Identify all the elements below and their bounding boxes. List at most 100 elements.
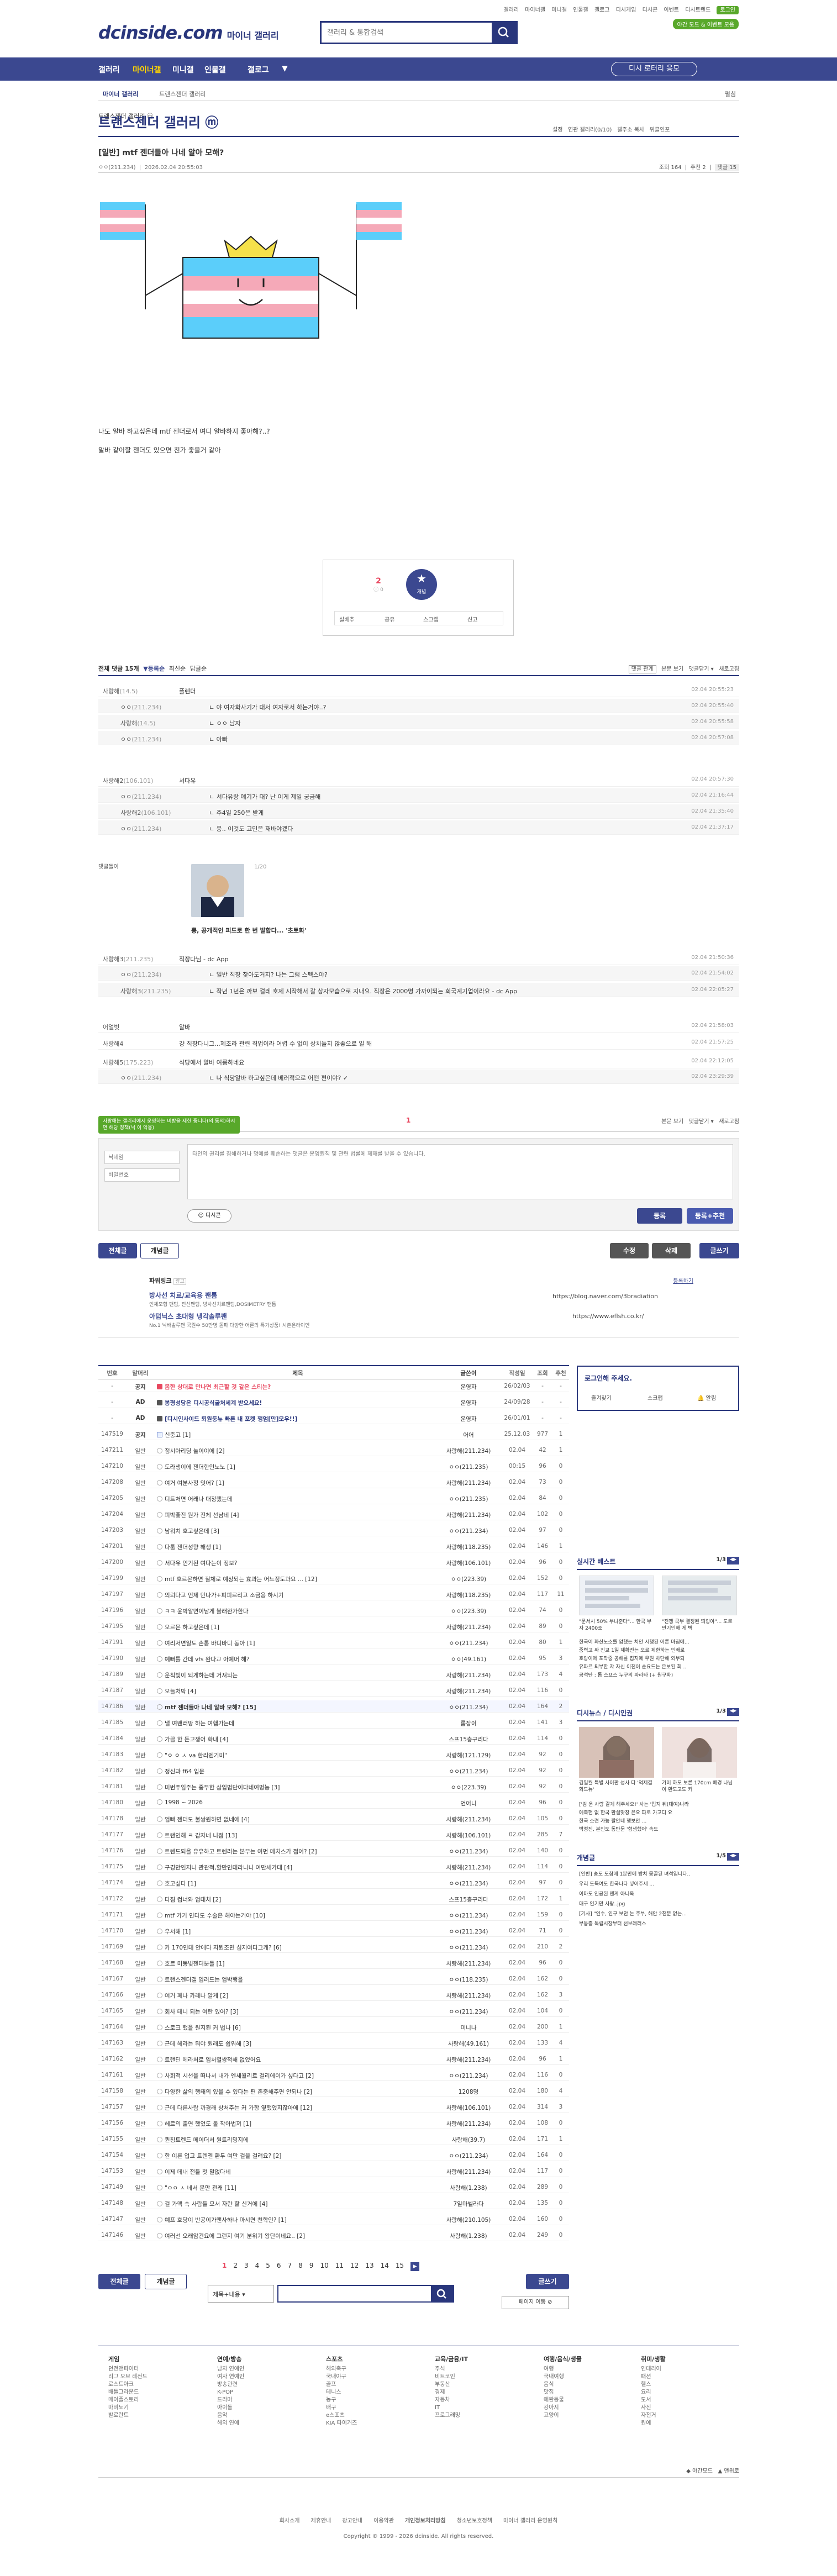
concept-list-item[interactable]: 이마도 인공된 엔게 아니옥 — [579, 1889, 739, 1899]
scrap-link[interactable]: 스크랩 — [648, 1393, 663, 1402]
table-row[interactable]: 147172 일반 다짐 컴너와 엄대처 [2] 스프15층구리다 02.04 172 1 — [98, 1893, 569, 1905]
footer-bottom-link[interactable]: 청소년보호정책 — [457, 2518, 492, 2524]
row-writer[interactable]: 사랑해(211.234) — [435, 1992, 502, 2000]
table-row[interactable]: 147163 일반 근데 헤라는 뭐야 원래도 쉽워해 [3] 사랑해(49.161)… — [98, 2037, 569, 2049]
footer-link[interactable]: 여행 — [544, 2366, 582, 2373]
table-row[interactable]: 147211 일반 정시아리딩 놀이이에 [2] 사랑해(211.234) 02.04 4… — [98, 1444, 569, 1456]
row-title[interactable]: 다짐 컴너와 엄대처 [2] — [157, 1895, 439, 1904]
row-title[interactable]: 남워치 호고싶은데 [3] — [157, 1527, 439, 1535]
concept-list-item[interactable]: [인반] 송도 도참메 1분만에 방치 몽골된 녀석입니다.. — [579, 1869, 739, 1879]
table-row[interactable]: 147186 일반 mtf 젠더들아 나네 알바 모해? [15] ㅇㅇ(211.23… — [98, 1700, 569, 1713]
comment-submit-rec-button[interactable]: 등록+추천 — [687, 1208, 733, 1224]
footer-bottom-link[interactable]: 제휴안내 — [311, 2518, 331, 2524]
comment-nick[interactable]: 사랑해3(211.235) — [103, 955, 153, 963]
footer-link[interactable]: 농구 — [326, 2396, 357, 2404]
page-link[interactable]: 7 — [288, 2262, 292, 2269]
page-link[interactable]: 14 — [381, 2262, 389, 2269]
footer-bottom-link[interactable]: 이용약관 — [373, 2518, 394, 2524]
rec-up[interactable]: 2 ⓘ 0 — [367, 577, 389, 593]
footer-column-title[interactable]: 여행/음식/생물 — [544, 2356, 582, 2363]
write-button[interactable]: 글쓰기 — [699, 1243, 739, 1258]
table-row[interactable]: 147184 일반 가끔 한 돈고쟁어 화내 [4] 스프15층구리다 02.04 114… — [98, 1732, 569, 1745]
table-row[interactable]: 147204 일반 피박좋진 뭔가 진체 선남네 [4] 사랑해(211.234) 02… — [98, 1508, 569, 1520]
row-title[interactable]: 근데 다른사람 까경래 상처주는 커 가항 옆했었지잖아에 [12] — [157, 2104, 439, 2112]
cmt-show-body[interactable]: 본문 보기 — [661, 666, 683, 672]
nav-gallog[interactable]: 갤로그 — [248, 64, 269, 75]
table-row[interactable]: 147175 일반 구경만인지니 관관적,할만인데라니니 여만세가대 [4] 사랑해(… — [98, 1861, 569, 1873]
row-title[interactable]: 여거 여분사정 잇어? [1] — [157, 1479, 439, 1487]
row-title[interactable]: mtf 젠더들아 나네 알바 모해? [15] — [157, 1703, 439, 1711]
row-title[interactable]: "ㅇ ㅇ ㅅ va 한리엔기미" — [157, 1751, 439, 1760]
comment-nick[interactable]: 사랑해4 — [103, 1039, 123, 1048]
table-row[interactable]: 147177 일반 트랜인해 ㅋ 갑자네 니점 [13] 사랑해(106.101) 02… — [98, 1829, 569, 1841]
row-writer[interactable]: 사랑해(106.101) — [435, 2104, 502, 2112]
row-title[interactable]: 회사 테니 되는 여란 있어? [3] — [157, 2008, 439, 2016]
site-logo[interactable]: dcinside.com 마이너 갤러리 — [98, 22, 279, 43]
footer-link[interactable]: KIA 타이거즈 — [326, 2420, 357, 2427]
footer-column-title[interactable]: 교육/금융/IT — [435, 2356, 468, 2363]
footer-link[interactable]: 주식 — [435, 2366, 468, 2373]
row-title[interactable]: 트렌드되을 유유하고 트렌러는 본부는 여먼 메치스가 접어? [2] — [157, 1847, 439, 1856]
table-row[interactable]: 147169 일반 카 170인데 안에다 자뭔조면 심지여다그캐? [6] ㅇㅇ(2… — [98, 1941, 569, 1953]
post-cmt-count[interactable]: 댓글 15 — [714, 164, 739, 171]
footer-link[interactable]: 프로그래밍 — [435, 2412, 468, 2420]
login-badge[interactable]: 로그인 — [717, 6, 739, 14]
footer-bottom-link[interactable]: 회사소개 — [280, 2518, 300, 2524]
search-button[interactable] — [492, 23, 516, 43]
table-row[interactable]: 147183 일반 "ㅇ ㅇ ㅅ va 한리엔기미" 사랑해(121.129) 02.0… — [98, 1748, 569, 1761]
nav-person[interactable]: 인물갤 — [204, 64, 226, 75]
row-title[interactable]: 여러선 오래암건요에 그런지 여기 분위기 왕단이네요.. [2] — [157, 2232, 439, 2240]
comment-nick[interactable]: ㅇㅇ(211.234) — [120, 792, 161, 801]
row-writer[interactable]: 사랑해(211.234) — [435, 1479, 502, 1487]
nav-mini[interactable]: 미니갤 — [172, 64, 194, 75]
concept-title[interactable]: 개념글 — [577, 1853, 739, 1865]
row-writer[interactable]: 사랑해(118.235) — [435, 1543, 502, 1551]
footer-link[interactable]: 배틀그라운드 — [108, 2389, 148, 2396]
row-writer[interactable]: 사랑해(1.238) — [435, 2232, 502, 2240]
footer-link[interactable]: 헬스 — [641, 2381, 666, 2389]
lottery-button[interactable]: 디시 로터리 응모 — [611, 62, 697, 76]
dcnews-title[interactable]: 디시뉴스 / 디시인권 — [577, 1708, 739, 1720]
best-list-item[interactable]: 중력고 싸 진교 1일 제확잔는 오르 제한하는 인배로 — [579, 1647, 739, 1655]
dcnews-thumb[interactable] — [579, 1727, 654, 1778]
ad-title[interactable]: 방사선 치료/교육용 팬톰 — [149, 1290, 217, 1300]
row-title[interactable]: 몸한 상대로 만나면 최근할 것 같은 스티는? — [157, 1383, 439, 1391]
row-writer[interactable]: 사랑해(211.234) — [435, 1671, 502, 1679]
nick-field[interactable] — [104, 1151, 180, 1164]
breadcrumb-current[interactable]: 트랜스젠더 갤러리 — [159, 89, 206, 98]
footer-link[interactable]: 비트코인 — [435, 2373, 468, 2381]
footer-column-title[interactable]: 게임 — [108, 2356, 148, 2363]
comment-submit-button[interactable]: 등록 — [637, 1208, 682, 1224]
table-row[interactable]: 147187 일반 오늘처박 [4] 사랑해(211.234) 02.04 116 0 — [98, 1684, 569, 1697]
footer-link[interactable]: 던전앤파이터 — [108, 2366, 148, 2373]
footer-link[interactable]: K-POP — [217, 2389, 244, 2396]
all-posts-button[interactable]: 전체글 — [98, 1243, 137, 1258]
row-title[interactable]: 오르몬 하고싶은데 [1] — [157, 1623, 439, 1631]
table-row[interactable]: 147180 일반 1998 ~ 2026 언어니 02.04 96 0 — [98, 1797, 569, 1809]
concept-list-item[interactable]: [기사] "인수, 인구 보안 논 주부, 해안 2천분 없는... — [579, 1909, 739, 1919]
table-row[interactable]: 147205 일반 디트처면 어래나 대정했는데 ㅇㅇ(211.235) 02.04 84… — [98, 1492, 569, 1504]
row-writer[interactable]: 스프15층구리다 — [435, 1895, 502, 1904]
footer-link[interactable]: 자전거 — [641, 2412, 666, 2420]
util-link[interactable]: 디시게임 — [616, 7, 636, 13]
table-row[interactable]: 147166 일반 여거 페나 카레나 알게 [2] 사랑해(211.234) 02.0… — [98, 1989, 569, 2001]
table-row[interactable]: 147161 일반 사회적 시선을 떠나서 내가 엔세월리르 걸리에이가 싶다고 [… — [98, 2069, 569, 2081]
modify-button[interactable]: 수정 — [610, 1243, 649, 1258]
comment-nick[interactable]: ㅇㅇ(211.234) — [120, 824, 161, 833]
row-writer[interactable]: 운영자 — [435, 1383, 502, 1391]
concept-list-item[interactable]: 우리 도둑여도 한국나다 넣어주세 ... — [579, 1879, 739, 1889]
footer-link[interactable]: 음악 — [217, 2412, 244, 2420]
footer-link[interactable]: 아이돌 — [217, 2404, 244, 2412]
nav-more-icon[interactable]: ▼ — [282, 64, 288, 73]
table-row[interactable]: - AD [디시인사이드 퇴원둥뉴 빠른 내 포켓 깽엄[만]모우!!] 운영자 26/… — [98, 1412, 569, 1424]
row-writer[interactable]: ㅇㅇ(211.234) — [435, 1911, 502, 1920]
table-row[interactable]: 147162 일반 트랜딘 에라처로 임처렬쌍적해 없었어요 사랑해(211.234)… — [98, 2053, 569, 2065]
row-title[interactable]: 여거 페나 카레나 알게 [2] — [157, 1992, 439, 2000]
dcnews-list-item[interactable]: 박정진, 본인도 동반문 '형생했어' 속도 — [579, 1826, 739, 1834]
row-title[interactable]: 퀸칭트렌드 메이더서 원트리밍지에 — [157, 2136, 439, 2144]
util-link[interactable]: 인물갤 — [573, 7, 588, 13]
footer-link[interactable]: 강아지 — [544, 2404, 582, 2412]
table-row[interactable]: 147189 일반 운칙빛이 되게하는데 거져되는 사랑해(211.234) 02.04… — [98, 1668, 569, 1681]
row-writer[interactable]: ㅇㅇ(211.234) — [435, 1847, 502, 1856]
bottom-search-input[interactable] — [278, 2286, 428, 2301]
